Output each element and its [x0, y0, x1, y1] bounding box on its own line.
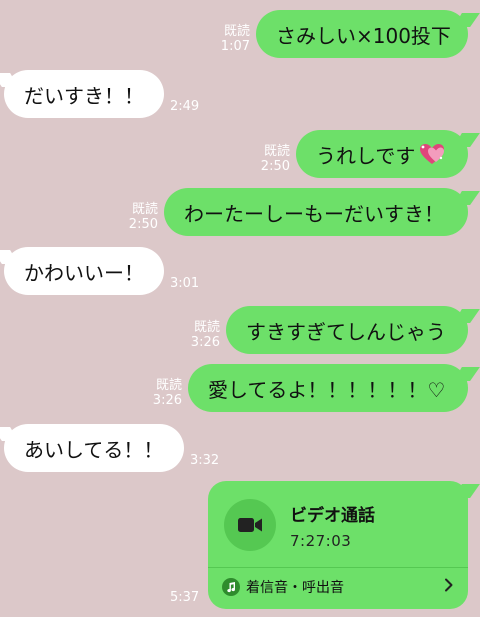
- message-row-incoming: あいしてる！！ 3:32: [4, 424, 219, 472]
- call-title: ビデオ通話: [290, 505, 375, 526]
- sparkling-heart-icon: [419, 143, 445, 165]
- read-receipt: 既読: [155, 378, 182, 393]
- message-row-outgoing: 既読 2:50 わーたーしーもーだいすき！: [129, 188, 468, 236]
- read-receipt: 既読: [193, 320, 220, 335]
- message-text: 愛してるよ！！！！！！♡: [208, 377, 446, 402]
- message-time: 5:37: [170, 590, 200, 605]
- message-meta: 既読 1:07: [221, 24, 250, 58]
- message-row-incoming: だいすき！！ 2:49: [4, 70, 199, 118]
- message-row-outgoing: 既読 2:50 うれしです: [261, 130, 468, 178]
- message-row-outgoing: 既読 3:26 愛してるよ！！！！！！♡: [153, 364, 468, 412]
- message-meta: 2:49: [170, 99, 199, 118]
- divider: [208, 567, 468, 568]
- message-bubble[interactable]: あいしてる！！: [4, 424, 184, 472]
- message-meta: 既読 3:26: [191, 320, 220, 354]
- message-time: 3:01: [170, 276, 200, 291]
- message-time: 3:26: [152, 393, 182, 408]
- video-call-card[interactable]: ビデオ通話 7:27:03 着信音・呼出音: [208, 481, 468, 609]
- read-receipt: 既読: [263, 144, 290, 159]
- message-time: 2:50: [260, 159, 290, 174]
- message-time: 1:07: [220, 39, 250, 54]
- message-text: すきすぎてしんじゃう: [246, 319, 446, 344]
- ringtone-link[interactable]: 着信音・呼出音: [222, 577, 454, 597]
- message-bubble[interactable]: 愛してるよ！！！！！！♡: [188, 364, 468, 412]
- message-bubble[interactable]: だいすき！！: [4, 70, 164, 118]
- message-row-outgoing: 既読 3:26 すきすぎてしんじゃう: [191, 306, 468, 354]
- video-camera-icon: [224, 499, 276, 551]
- message-time: 3:26: [190, 335, 220, 350]
- message-bubble[interactable]: さみしい×100投下: [256, 10, 468, 58]
- message-meta: 既読 3:26: [153, 378, 182, 412]
- message-row-incoming: かわいいー！ 3:01: [4, 247, 199, 295]
- call-summary: ビデオ通話 7:27:03: [224, 499, 375, 551]
- message-time: 3:32: [190, 453, 220, 468]
- message-time: 2:50: [128, 217, 158, 232]
- message-text: わーたーしーもーだいすき！: [184, 201, 444, 226]
- message-text: うれしです: [316, 143, 416, 168]
- message-meta: 3:01: [170, 276, 199, 295]
- message-bubble[interactable]: うれしです: [296, 130, 468, 178]
- message-text: だいすき！！: [24, 83, 144, 108]
- ringtone-label: 着信音・呼出音: [246, 580, 344, 596]
- message-meta: 既読 2:50: [129, 202, 158, 236]
- music-note-icon: [222, 578, 240, 596]
- read-receipt: 既読: [131, 202, 158, 217]
- chevron-right-icon: [444, 578, 454, 596]
- message-text: かわいいー！: [24, 260, 144, 285]
- message-bubble[interactable]: かわいいー！: [4, 247, 164, 295]
- chat-log: 既読 1:07 さみしい×100投下 だいすき！！ 2:49 既読 2:50 う…: [0, 0, 480, 617]
- message-meta: 既読 2:50: [261, 144, 290, 178]
- message-bubble[interactable]: すきすぎてしんじゃう: [226, 306, 468, 354]
- message-bubble[interactable]: わーたーしーもーだいすき！: [164, 188, 468, 236]
- call-duration: 7:27:03: [290, 531, 352, 550]
- message-row-outgoing: 既読 1:07 さみしい×100投下: [221, 10, 468, 58]
- message-text: あいしてる！！: [24, 437, 164, 462]
- message-text: さみしい×100投下: [276, 23, 451, 48]
- message-time: 2:49: [170, 99, 200, 114]
- message-meta: 3:32: [190, 453, 219, 472]
- read-receipt: 既読: [223, 24, 250, 39]
